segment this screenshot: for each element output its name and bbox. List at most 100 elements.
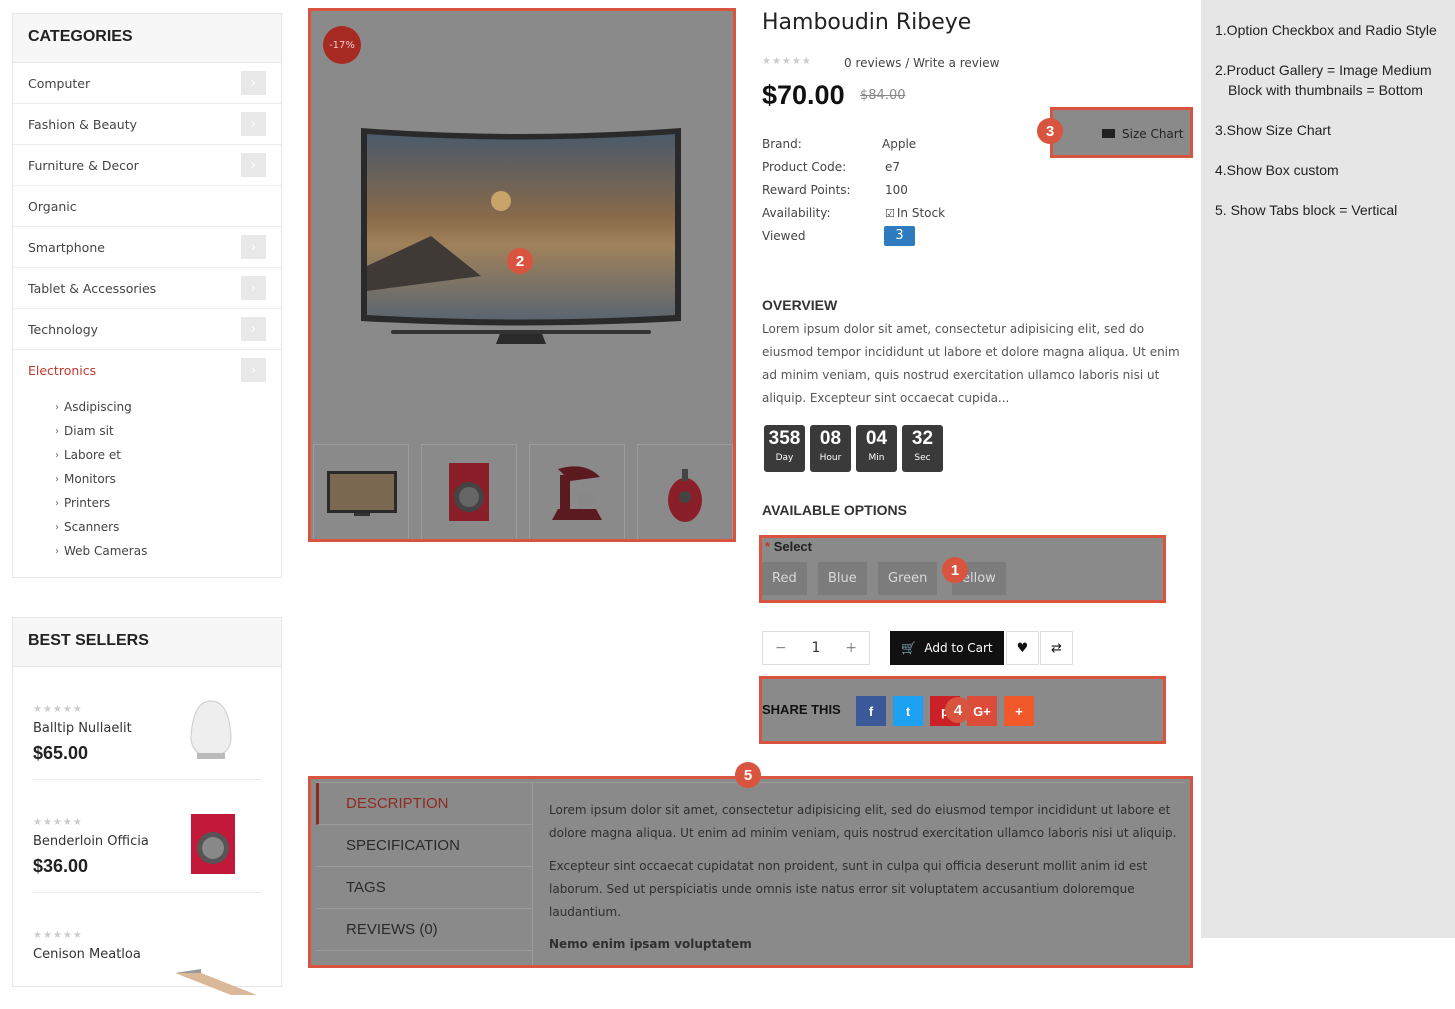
expand-arrow-button[interactable]: › [241, 153, 266, 177]
subcategory-label: Scanners [64, 520, 120, 534]
write-review-link[interactable]: Write a review [913, 56, 999, 70]
countdown-value: 358 [768, 428, 801, 449]
best-seller-image[interactable] [171, 965, 261, 1009]
subcategory-label: Labore et [64, 448, 121, 462]
best-sellers-panel: BEST SELLERS ★★★★★ Balltip Nullaelit $65.0… [12, 617, 282, 995]
reviews-link[interactable]: 0 reviews [844, 56, 901, 70]
category-item[interactable]: Organic [13, 186, 281, 227]
subcategory-item[interactable]: › Labore et [55, 443, 281, 467]
notes-panel: 1.Option Checkbox and Radio Style 2.Prod… [1201, 0, 1455, 938]
option-red[interactable]: Red [762, 562, 807, 595]
best-seller-item[interactable]: ★★★★★ Balltip Nullaelit $65.00 [33, 667, 261, 780]
description-paragraph-1: Lorem ipsum dolor sit amet, consectetur … [549, 803, 1177, 840]
note-1: 1.Option Checkbox and Radio Style [1215, 22, 1437, 38]
subcategory-item[interactable]: › Asdipiscing [55, 395, 281, 419]
chevron-right-icon: › [55, 449, 59, 461]
subcategory-label: Monitors [64, 472, 116, 486]
old-price: $84.00 [860, 88, 906, 103]
twitter-share-button[interactable]: t [893, 696, 923, 726]
best-seller-item[interactable]: ★★★★★ Benderloin Officia $36.00 [33, 780, 261, 893]
availability-text: In Stock [896, 206, 946, 220]
tab-tags[interactable]: TAGS [316, 867, 533, 909]
discount-badge: -17% [323, 26, 361, 64]
size-chart-icon [1102, 129, 1115, 138]
share-label: SHARE THIS [762, 702, 841, 717]
google-plus-share-button[interactable]: G+ [967, 696, 997, 726]
category-item[interactable]: Computer › [13, 63, 281, 104]
share-more-share-button[interactable]: + [1004, 696, 1034, 726]
qty-input[interactable]: 1 [812, 640, 821, 656]
category-item[interactable]: Furniture & Decor › [13, 145, 281, 186]
wishlist-button[interactable]: ♥ [1006, 631, 1039, 665]
product-gallery[interactable]: -17% [308, 8, 736, 542]
chevron-right-icon: › [250, 362, 257, 378]
category-label: Computer [28, 75, 91, 91]
category-item[interactable]: Smartphone › [13, 227, 281, 268]
expand-arrow-button[interactable]: › [241, 276, 266, 300]
size-chart-box: Size Chart [1050, 107, 1193, 158]
chevron-right-icon: › [250, 75, 257, 91]
main-product-image[interactable] [351, 116, 691, 346]
overview-text: Lorem ipsum dolor sit amet, consectetur … [762, 322, 1180, 405]
description-bold-line: Nemo enim ipsam voluptatem [549, 937, 752, 951]
best-seller-image[interactable] [181, 810, 241, 884]
category-item[interactable]: Fashion & Beauty › [13, 104, 281, 145]
tab-specification[interactable]: SPECIFICATION [316, 825, 533, 867]
chevron-right-icon: › [250, 280, 257, 296]
options-title: AVAILABLE OPTIONS [762, 502, 907, 518]
expand-arrow-button[interactable]: › [241, 71, 266, 95]
thumbnail-4[interactable] [637, 444, 733, 539]
category-item[interactable]: Technology › [13, 309, 281, 350]
expand-arrow-button[interactable]: › [241, 317, 266, 341]
size-chart-link[interactable]: Size Chart [1122, 127, 1183, 141]
callout-badge-4: 4 [945, 697, 971, 723]
subcategory-item[interactable]: › Printers [55, 491, 281, 515]
chevron-right-icon: › [55, 521, 59, 533]
add-to-cart-button[interactable]: 🛒 Add to Cart [890, 631, 1004, 665]
option-blue[interactable]: Blue [818, 562, 867, 595]
best-sellers-list: ★★★★★ Balltip Nullaelit $65.00 ★★★★★ Benderl… [13, 667, 281, 1006]
qty-minus-button[interactable]: − [775, 640, 787, 656]
facebook-share-button[interactable]: f [856, 696, 886, 726]
category-label: Furniture & Decor [28, 157, 139, 173]
chevron-right-icon: › [250, 239, 257, 255]
chevron-right-icon: › [55, 473, 59, 485]
thumbnail-3[interactable] [529, 444, 625, 539]
overview-title: OVERVIEW [762, 297, 838, 313]
expand-arrow-button[interactable]: › [241, 112, 266, 136]
detail-value: 100 [885, 183, 908, 197]
chevron-right-icon: › [55, 401, 59, 413]
thumbnail-2[interactable] [421, 444, 517, 539]
expand-arrow-button[interactable]: › [241, 235, 266, 259]
product-tabs: DESCRIPTION SPECIFICATION TAGS REVIEWS (0) … [308, 776, 1193, 968]
heart-icon: ♥ [1016, 640, 1029, 656]
subcategory-label: Printers [64, 496, 111, 510]
best-seller-item[interactable]: ★★★★★ Cenison Meatloa [33, 893, 261, 1006]
expand-arrow-button[interactable]: › [241, 358, 266, 382]
category-item[interactable]: Electronics › [13, 350, 281, 391]
best-seller-image[interactable] [181, 697, 241, 771]
quantity-stepper[interactable]: − 1 + [762, 631, 870, 665]
availability-value: ☑ In Stock [885, 206, 945, 220]
category-item[interactable]: Tablet & Accessories › [13, 268, 281, 309]
tab-description[interactable]: DESCRIPTION [316, 783, 533, 825]
category-label: Smartphone [28, 239, 105, 255]
subcategory-item[interactable]: › Scanners [55, 515, 281, 539]
categories-title: CATEGORIES [13, 14, 281, 63]
option-green[interactable]: Green [878, 562, 938, 595]
tab-reviews[interactable]: REVIEWS (0) [316, 909, 533, 951]
subcategory-item[interactable]: › Web Cameras [55, 539, 281, 563]
detail-value: e7 [885, 160, 901, 174]
best-seller-name[interactable]: Cenison Meatloa [33, 947, 261, 962]
callout-badge-1: 1 [942, 557, 968, 583]
electronics-subcategories: › Asdipiscing › Diam sit › Labore et › Monitors… [13, 391, 281, 563]
chevron-right-icon: › [250, 321, 257, 337]
compare-button[interactable]: ⇄ [1040, 631, 1073, 665]
subcategory-item[interactable]: › Diam sit [55, 419, 281, 443]
compare-icon: ⇄ [1051, 640, 1062, 656]
countdown-label: Day [775, 453, 794, 463]
subcategory-item[interactable]: › Monitors [55, 467, 281, 491]
rating-stars: ★★★★★ [33, 930, 83, 941]
thumbnail-1[interactable] [313, 444, 409, 539]
qty-plus-button[interactable]: + [845, 640, 857, 656]
